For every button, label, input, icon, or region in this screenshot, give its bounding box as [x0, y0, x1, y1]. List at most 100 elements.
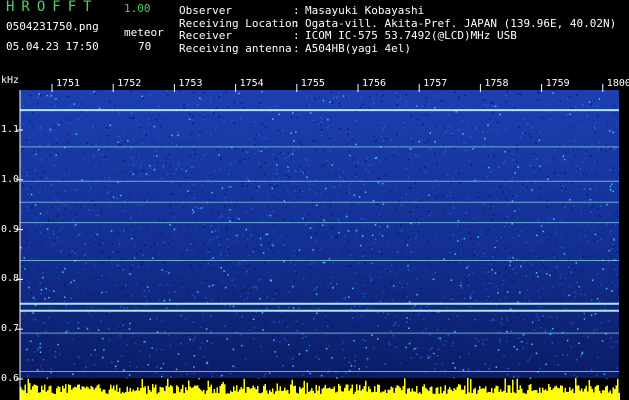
amplitude-bar: [473, 389, 475, 400]
noise-speck: [132, 274, 134, 276]
noise-speck: [60, 250, 62, 253]
noise-speck: [322, 261, 325, 264]
noise-speck: [126, 353, 129, 356]
noise-speck: [288, 192, 291, 194]
noise-speck: [520, 265, 522, 268]
noise-speck: [437, 348, 440, 350]
noise-speck: [97, 292, 99, 294]
noise-speck: [452, 234, 455, 236]
noise-speck: [246, 177, 248, 179]
noise-speck: [230, 151, 233, 154]
noise-speck: [57, 192, 60, 194]
noise-speck: [246, 265, 248, 267]
amplitude-bar: [147, 385, 149, 400]
noise-speck: [276, 173, 278, 175]
amplitude-bar: [288, 393, 290, 400]
noise-speck: [425, 336, 427, 338]
noise-speck: [166, 173, 169, 175]
noise-speck: [288, 344, 290, 346]
noise-speck: [487, 333, 490, 336]
amplitude-bar: [446, 393, 448, 400]
amplitude-bar: [108, 389, 110, 400]
noise-speck: [158, 253, 160, 256]
noise-speck: [47, 317, 50, 319]
noise-speck: [434, 106, 436, 109]
noise-speck: [507, 121, 509, 124]
noise-speck: [160, 233, 163, 235]
noise-speck: [400, 204, 403, 207]
noise-speck: [39, 282, 42, 284]
noise-speck: [429, 333, 431, 336]
noise-speck: [271, 187, 273, 190]
noise-speck: [559, 323, 562, 326]
noise-speck: [513, 106, 516, 109]
noise-speck: [145, 134, 147, 136]
amplitude-bar: [332, 388, 334, 400]
noise-speck: [235, 199, 238, 201]
amplitude-bar: [470, 378, 472, 400]
noise-speck: [564, 308, 567, 310]
noise-speck: [468, 160, 470, 162]
noise-speck: [463, 280, 465, 283]
noise-speck: [225, 91, 227, 94]
noise-speck: [177, 165, 180, 167]
noise-speck: [518, 208, 520, 211]
noise-speck: [272, 350, 275, 352]
noise-speck: [143, 203, 145, 206]
noise-speck: [329, 220, 332, 223]
noise-speck: [134, 245, 137, 247]
noise-speck: [168, 334, 170, 337]
noise-speck: [560, 123, 563, 125]
noise-speck: [201, 190, 204, 192]
amplitude-bar: [306, 382, 308, 400]
noise-speck: [189, 243, 192, 245]
amplitude-bar: [482, 388, 484, 400]
noise-speck: [226, 338, 228, 340]
noise-speck: [537, 319, 540, 321]
noise-speck: [296, 320, 298, 323]
noise-speck: [616, 274, 618, 277]
noise-speck: [341, 343, 344, 345]
noise-speck: [452, 298, 454, 300]
noise-speck: [474, 325, 477, 328]
noise-speck: [24, 230, 27, 232]
noise-speck: [229, 373, 232, 375]
noise-speck: [505, 266, 507, 268]
noise-speck: [323, 358, 325, 361]
noise-speck: [313, 288, 316, 291]
noise-speck: [396, 251, 399, 253]
noise-speck: [371, 262, 373, 264]
noise-speck: [590, 368, 593, 371]
noise-speck: [193, 242, 195, 244]
noise-speck: [350, 182, 352, 184]
noise-speck: [214, 195, 216, 197]
noise-speck: [213, 112, 215, 114]
noise-speck: [590, 341, 592, 344]
noise-speck: [616, 251, 618, 254]
noise-speck: [592, 105, 594, 107]
noise-speck: [120, 210, 123, 213]
noise-speck: [309, 183, 311, 185]
noise-speck: [135, 230, 137, 233]
noise-speck: [75, 129, 77, 132]
noise-speck: [125, 294, 128, 297]
noise-speck: [293, 255, 295, 257]
noise-speck: [363, 350, 365, 352]
noise-speck: [461, 294, 464, 296]
noise-speck: [304, 305, 307, 308]
noise-speck: [344, 361, 347, 363]
noise-speck: [559, 183, 561, 186]
noise-speck: [544, 150, 547, 153]
noise-speck: [123, 134, 125, 136]
amplitude-bar: [57, 386, 59, 400]
noise-speck: [232, 305, 235, 308]
noise-speck: [326, 126, 329, 129]
noise-speck: [504, 218, 506, 220]
noise-speck: [238, 352, 241, 354]
amplitude-bar: [372, 391, 374, 400]
noise-speck: [328, 137, 330, 140]
noise-speck: [577, 168, 579, 170]
noise-speck: [192, 183, 195, 186]
noise-speck: [259, 102, 261, 105]
noise-speck: [142, 97, 144, 99]
